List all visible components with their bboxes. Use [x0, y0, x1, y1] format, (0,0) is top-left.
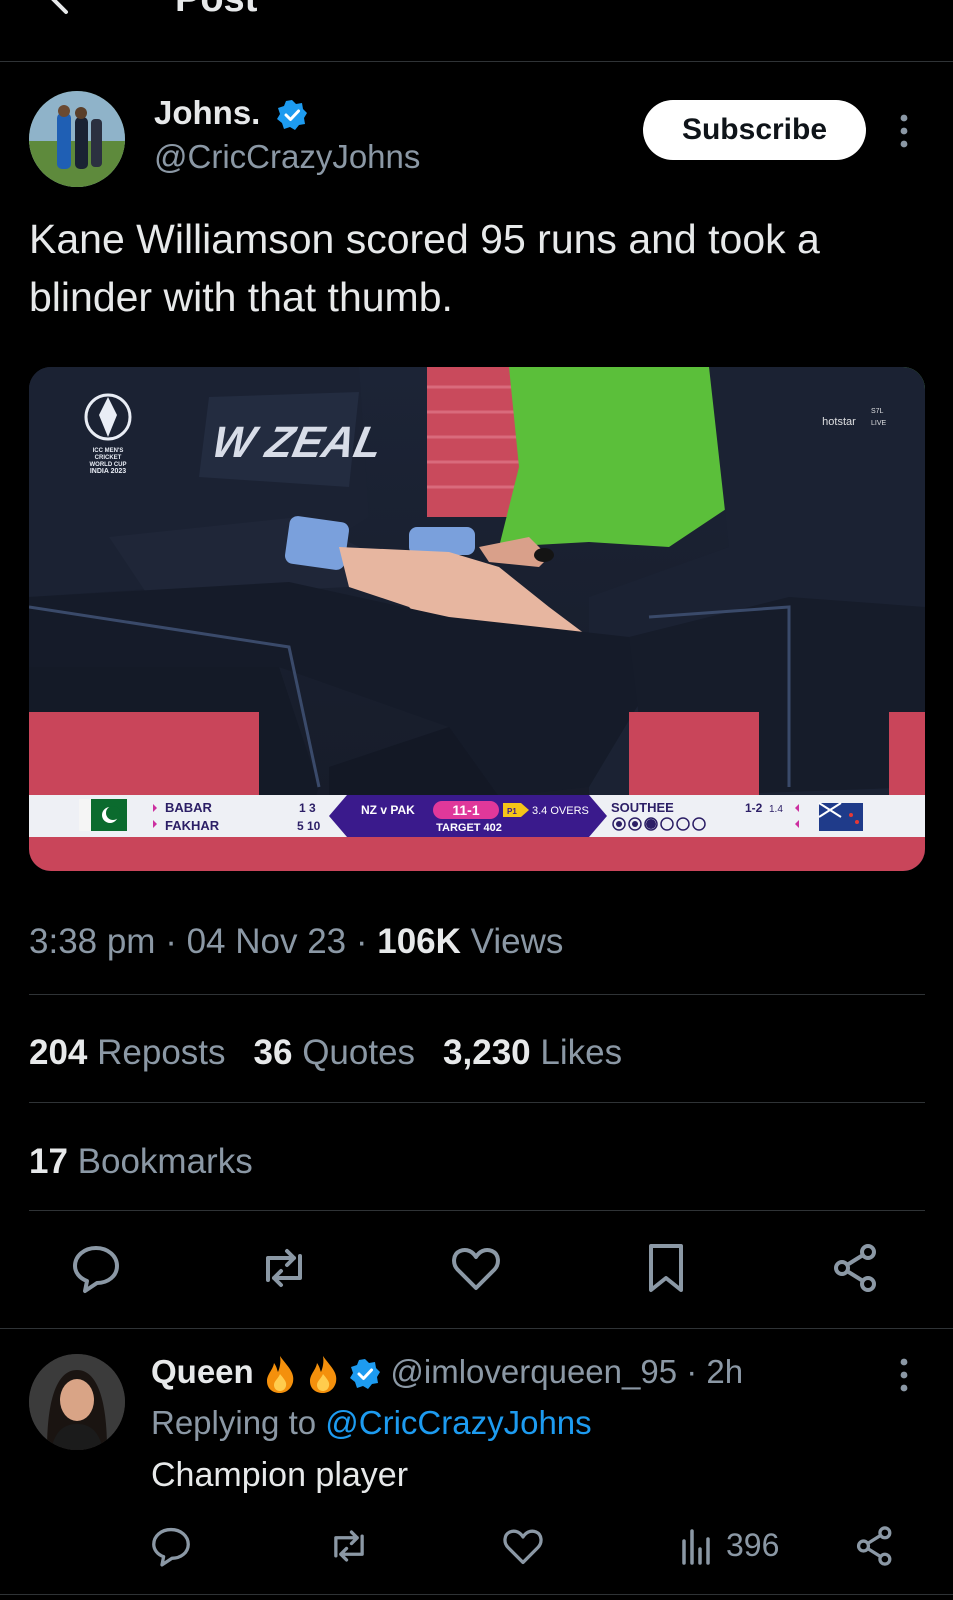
reposts-stat[interactable]: 204 Reposts	[29, 1033, 226, 1072]
engagement-stats: 204 Reposts 36 Quotes 3,230 Likes	[29, 1033, 622, 1073]
reply-author-avatar[interactable]	[29, 1354, 125, 1450]
bookmarks-stat[interactable]: 17 Bookmarks	[29, 1142, 253, 1182]
scoreboard-bar: BABAR FAKHAR 1 3 5 10 NZ v PAK 11-1 P1 3…	[29, 795, 925, 837]
fire-emoji-icon	[266, 1356, 294, 1394]
replying-to-link[interactable]: @CricCrazyJohns	[325, 1404, 591, 1441]
svg-text:INDIA 2023: INDIA 2023	[90, 468, 126, 475]
divider	[29, 1210, 925, 1211]
svg-text:1-2: 1-2	[745, 801, 763, 815]
post-action-bar	[0, 1240, 953, 1300]
svg-text:NZ v PAK: NZ v PAK	[361, 803, 415, 817]
post-date: 04 Nov 23	[186, 922, 347, 961]
timestamp-views: 3:38 pm · 04 Nov 23 · 106K Views	[29, 922, 564, 961]
fire-emoji-icon	[310, 1356, 337, 1394]
divider	[0, 1594, 953, 1595]
tweet-text: Kane Williamson scored 95 runs and took …	[29, 216, 820, 320]
quotes-stat[interactable]: 36 Quotes	[254, 1033, 416, 1072]
verified-badge-icon	[277, 100, 307, 130]
more-options-icon[interactable]	[894, 113, 914, 149]
svg-text:1 3: 1 3	[299, 801, 316, 815]
page-title: Post	[175, 0, 257, 21]
svg-text:ICC MEN'S: ICC MEN'S	[93, 448, 124, 454]
share-icon[interactable]	[852, 1523, 898, 1569]
reply-time[interactable]: 2h	[706, 1353, 743, 1390]
author-name[interactable]: Johns.	[154, 94, 260, 132]
like-heart-icon[interactable]	[500, 1523, 546, 1569]
replying-to: Replying to @CricCrazyJohns	[151, 1404, 592, 1441]
author-handle[interactable]: @CricCrazyJohns	[154, 138, 420, 176]
reply-icon[interactable]	[148, 1523, 194, 1569]
author-avatar[interactable]	[29, 91, 125, 187]
svg-text:11-1: 11-1	[452, 802, 479, 818]
reply-views-count: 396	[726, 1527, 780, 1563]
tweet-media-image[interactable]: W ZEAL ICC MEN'S CRICKET WORLD CUP INDIA…	[29, 367, 925, 871]
top-bar: Post	[0, 0, 953, 62]
shirt-lettering: W ZEAL	[208, 418, 387, 466]
likes-stat[interactable]: 3,230 Likes	[443, 1033, 622, 1072]
divider	[0, 1328, 953, 1329]
verified-badge-icon	[350, 1359, 381, 1390]
svg-text:3.4 OVERS: 3.4 OVERS	[532, 805, 589, 817]
svg-text:hotstar: hotstar	[822, 416, 856, 428]
repost-icon[interactable]	[256, 1240, 312, 1296]
share-icon[interactable]	[828, 1240, 884, 1296]
svg-text:S7L: S7L	[871, 408, 884, 415]
reply-author-handle[interactable]: @imloverqueen_95	[390, 1353, 677, 1390]
reply-icon[interactable]	[68, 1240, 124, 1296]
svg-text:LIVE: LIVE	[871, 420, 887, 427]
back-arrow-icon[interactable]	[40, 0, 80, 18]
divider	[29, 994, 925, 995]
reply-action-bar: 396	[0, 1517, 953, 1577]
svg-text:CRICKET: CRICKET	[95, 455, 122, 461]
post-time: 3:38 pm	[29, 922, 156, 961]
repost-icon[interactable]	[326, 1523, 372, 1569]
svg-text:BABAR: BABAR	[165, 800, 213, 815]
subscribe-button[interactable]: Subscribe	[643, 100, 866, 160]
like-heart-icon[interactable]	[448, 1240, 504, 1296]
svg-text:SOUTHEE: SOUTHEE	[611, 800, 674, 815]
svg-text:FAKHAR: FAKHAR	[165, 818, 220, 833]
svg-text:TARGET 402: TARGET 402	[436, 822, 502, 834]
svg-text:P1: P1	[507, 807, 517, 816]
views-chart-icon[interactable]	[678, 1527, 718, 1567]
views-label: Views	[460, 922, 564, 961]
reply-header: Queen @imloverqueen_95 · 2h	[151, 1353, 743, 1394]
svg-text:5 10: 5 10	[297, 819, 321, 833]
divider	[29, 1102, 925, 1103]
svg-text:1.4: 1.4	[769, 804, 783, 815]
reply-more-options-icon[interactable]	[894, 1357, 914, 1393]
reply-author-name[interactable]: Queen	[151, 1353, 254, 1390]
views-count: 106K	[377, 922, 461, 961]
reply-text: Champion player	[151, 1456, 409, 1494]
bookmark-icon[interactable]	[638, 1240, 694, 1296]
